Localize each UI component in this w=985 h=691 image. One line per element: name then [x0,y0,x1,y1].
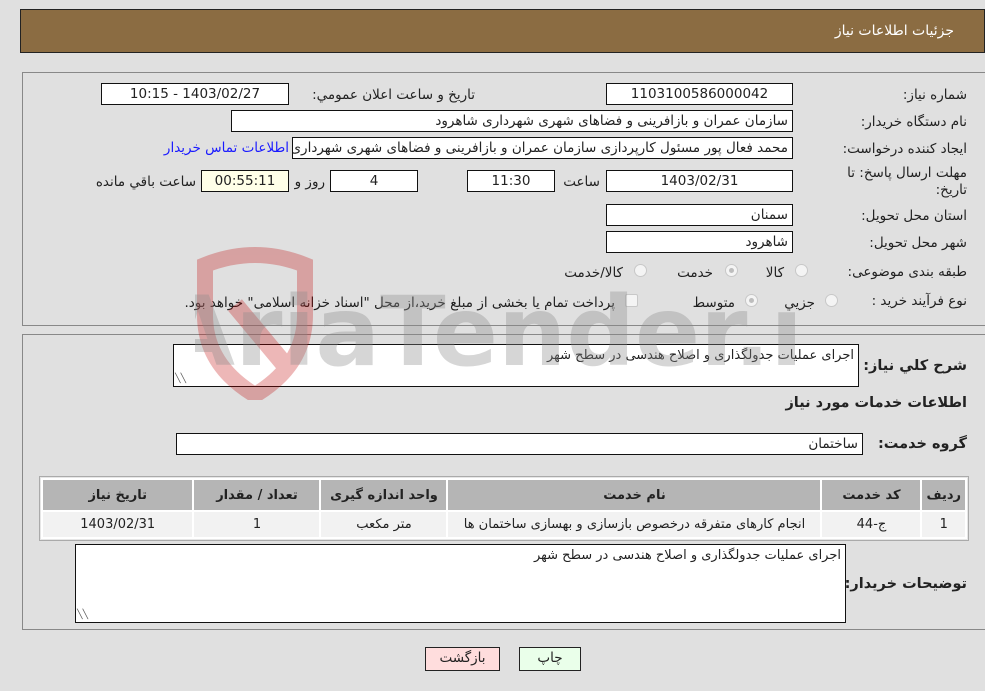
deadline-time-field: 11:30 [467,170,555,192]
service-group-label: گروه خدمت: [877,436,967,452]
cell-service-name: انجام کارهای متفرقه درخصوص بازسازی و بهس… [448,512,821,537]
buyer-org-label: نام دستگاه خريدار: [860,114,967,130]
deadline-date-field: 1403/02/31 [606,170,793,192]
treasury-checkbox[interactable] [625,294,638,307]
cell-service-code: ج-44 [822,512,921,537]
services-section-title: اطلاعات خدمات مورد نياز [785,395,967,411]
category-option-goods-service: کالا/خدمت [564,265,623,281]
buyer-notes-text: اجرای عملیات جدولگذاری و اصلاح هندسی در … [533,548,841,563]
cell-quantity: 1 [194,512,320,537]
province-field: سمنان [606,204,793,226]
announce-datetime-label: تاریخ و ساعت اعلان عمومي: [312,87,475,103]
cell-unit: متر مکعب [321,512,447,537]
buyer-org-field: سازمان عمران و بازافرینی و فضاهای شهری ش… [231,110,793,132]
purchase-type-label: نوع فرآیند خرید : [871,293,967,309]
col-row-number: رديف [922,480,965,510]
category-option-service: خدمت [677,265,713,281]
service-group-field: ساختمان [176,433,863,455]
purchase-radio-medium[interactable] [745,294,758,307]
col-service-code: کد خدمت [822,480,921,510]
buyer-notes-textarea[interactable]: اجرای عملیات جدولگذاری و اصلاح هندسی در … [75,544,846,623]
remaining-time-field: 00:55:11 [201,170,289,192]
page-title: جزئیات اطلاعات نیاز [834,23,954,39]
category-label: طبقه بندی موضوعی: [847,264,967,280]
table-row: 1 ج-44 انجام کارهای متفرقه درخصوص بازساز… [43,512,965,537]
general-desc-textarea[interactable]: اجرای عملیات جدولگذاری و اصلاح هندسی در … [173,344,859,387]
col-need-date: تاريخ نياز [43,480,193,510]
category-radio-goods-service[interactable] [634,264,647,277]
need-number-field: 1103100586000042 [606,83,793,105]
services-table: رديف کد خدمت نام خدمت واحد اندازه گيری ت… [41,478,967,539]
announce-datetime-field: 1403/02/27 - 10:15 [101,83,289,105]
resize-grip-icon[interactable]: ╲╲ [175,374,186,384]
back-button[interactable]: بازگشت [425,647,500,671]
col-quantity: تعداد / مقدار [194,480,320,510]
purchase-option-medium: متوسط [692,295,735,311]
col-service-name: نام خدمت [448,480,821,510]
resize-grip-icon[interactable]: ╲╲ [77,610,88,620]
requester-label: ايجاد کننده درخواست: [842,141,967,157]
page-header: جزئیات اطلاعات نیاز [20,9,985,53]
requester-field: محمد فعال پور مسئول کارپردازی سازمان عمر… [292,137,793,159]
remaining-time-label: ساعت باقي مانده [95,174,196,190]
col-unit: واحد اندازه گيری [321,480,447,510]
category-radio-service[interactable] [725,264,738,277]
buyer-contact-link[interactable]: اطلاعات تماس خريدار [164,140,289,156]
purchase-radio-minor[interactable] [825,294,838,307]
deadline-time-label: ساعت [563,174,600,190]
need-number-label: شماره نیاز: [902,87,967,103]
general-desc-label: شرح کلي نياز: [863,358,967,374]
print-button[interactable]: چاپ [519,647,581,671]
category-option-goods: کالا [765,265,784,281]
services-table-wrap: رديف کد خدمت نام خدمت واحد اندازه گيری ت… [39,476,969,541]
deadline-label: مهلت ارسال پاسخ: تا تاریخ: [847,165,967,198]
table-header-row: رديف کد خدمت نام خدمت واحد اندازه گيری ت… [43,480,965,510]
purchase-option-minor: جزيي [784,295,815,311]
cell-need-date: 1403/02/31 [43,512,193,537]
city-label: شهر محل تحویل: [869,235,967,251]
cell-row-number: 1 [922,512,965,537]
remaining-days-field: 4 [330,170,418,192]
general-desc-text: اجرای عملیات جدولگذاری و اصلاح هندسی در … [546,348,854,363]
days-label: روز و [294,174,325,190]
city-field: شاهرود [606,231,793,253]
treasury-note: پرداخت تمام یا بخشی از مبلغ خرید،از محل … [184,295,615,311]
buyer-notes-label: توضيحات خريدار: [844,576,967,592]
province-label: استان محل تحویل: [861,208,967,224]
category-radio-goods[interactable] [795,264,808,277]
